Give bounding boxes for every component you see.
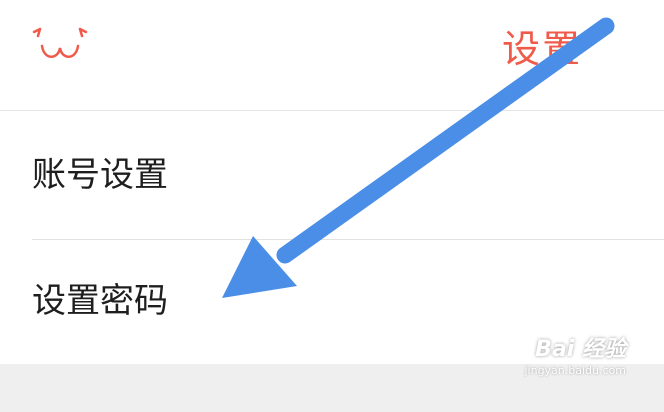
watermark-logo: Bai 经验	[535, 337, 626, 362]
menu-item-account-settings[interactable]: 账号设置	[32, 111, 664, 240]
watermark: Bai 经验 jingyan.baidu.com	[502, 336, 626, 388]
header-bar: 设置	[0, 0, 664, 111]
menu-item-label: 设置密码	[32, 281, 168, 321]
page-title: 设置	[501, 27, 582, 71]
watermark-url: jingyan.baidu.com	[524, 364, 626, 377]
cat-face-icon[interactable]	[30, 24, 90, 68]
menu-item-label: 账号设置	[32, 155, 168, 195]
